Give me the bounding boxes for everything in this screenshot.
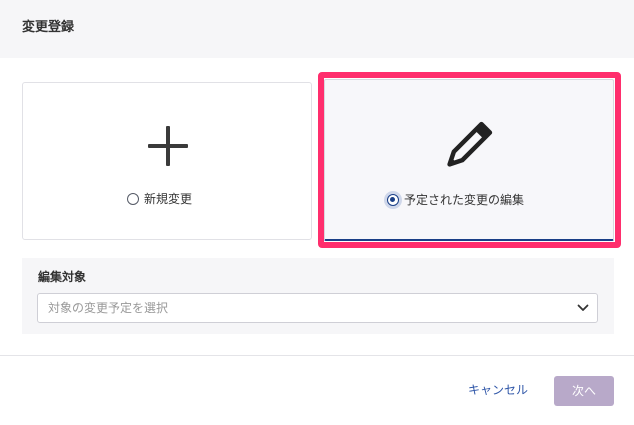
dialog-header: 変更登録 <box>0 0 634 58</box>
new-change-radio-row[interactable]: 新規変更 <box>127 191 192 207</box>
edit-target-select[interactable]: 対象の変更予定を選択 <box>37 293 598 323</box>
next-button[interactable]: 次へ <box>554 376 614 406</box>
chevron-down-icon <box>577 304 589 311</box>
edit-target-label: 編集対象 <box>38 270 87 284</box>
edit-scheduled-radio[interactable] <box>387 194 399 206</box>
edit-scheduled-option-card[interactable]: 予定された変更の編集 <box>324 79 614 241</box>
edit-scheduled-radio-row[interactable]: 予定された変更の編集 <box>387 192 524 208</box>
edit-scheduled-label: 予定された変更の編集 <box>404 193 525 207</box>
edit-target-section: 編集対象 対象の変更予定を選択 <box>22 258 614 334</box>
new-change-label: 新規変更 <box>144 192 193 206</box>
dialog-title: 変更登録 <box>22 20 75 35</box>
pencil-icon <box>447 121 493 167</box>
new-change-radio[interactable] <box>127 193 139 205</box>
footer-divider <box>0 355 634 356</box>
new-change-option-card[interactable]: 新規変更 <box>22 82 312 240</box>
cancel-button[interactable]: キャンセル <box>458 375 538 405</box>
edit-target-placeholder: 対象の変更予定を選択 <box>48 301 169 315</box>
plus-icon <box>148 126 188 166</box>
